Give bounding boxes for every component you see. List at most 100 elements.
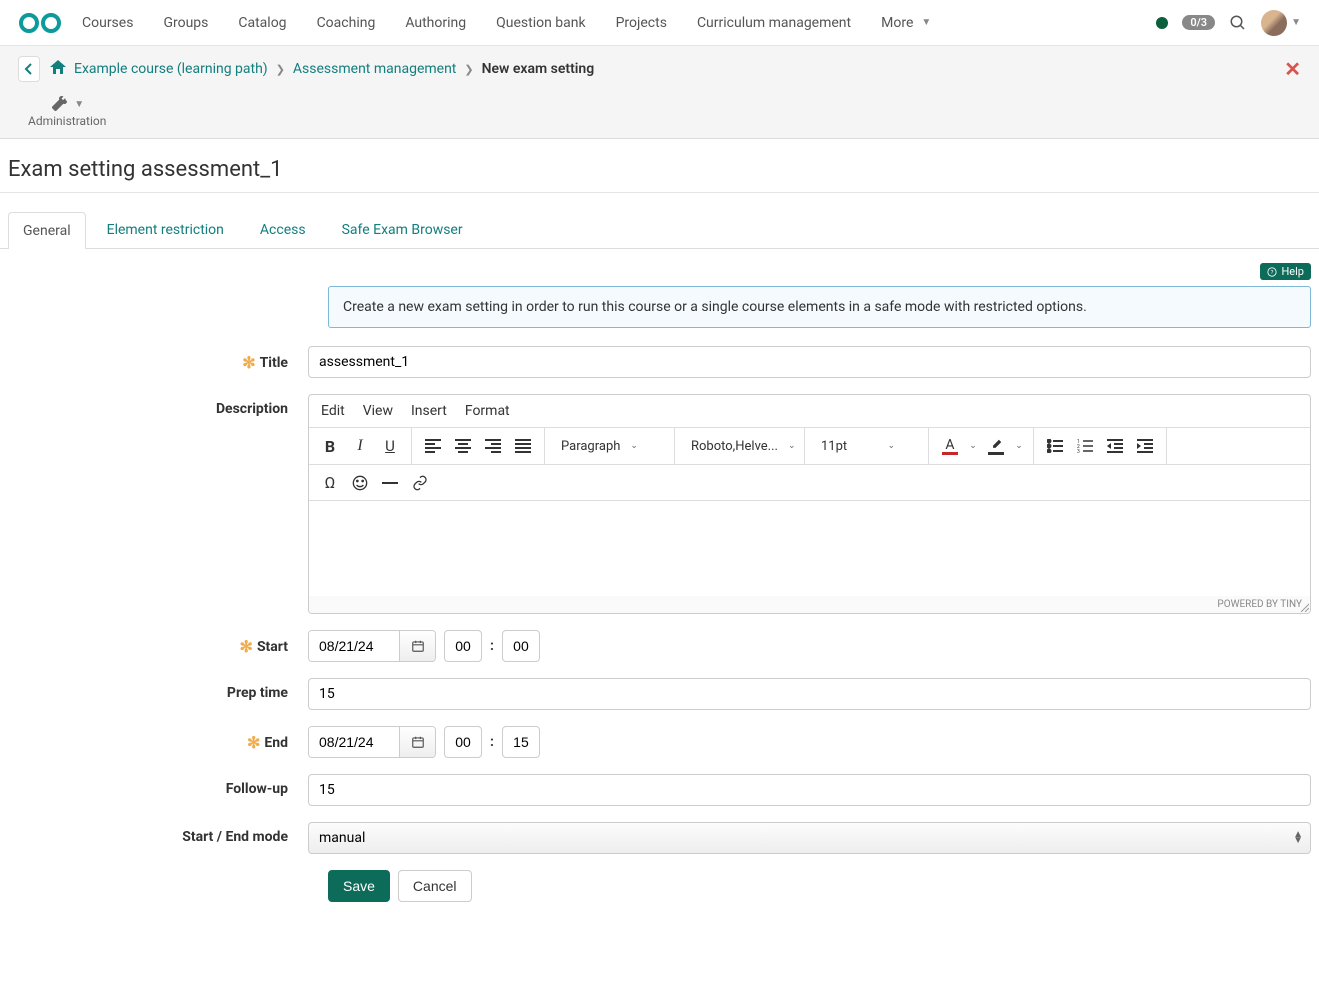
crumb-section[interactable]: Assessment management (293, 61, 456, 77)
time-separator: : (490, 638, 494, 654)
editor-body[interactable] (309, 501, 1310, 596)
save-button[interactable]: Save (328, 870, 390, 902)
indent-icon[interactable] (1100, 431, 1130, 461)
label-title: ✻Title (8, 346, 308, 372)
chevron-right-icon: ❯ (464, 63, 473, 76)
text-color-dropdown[interactable]: ⌄ (965, 431, 981, 461)
rich-text-editor: Edit View Insert Format B I U (308, 394, 1311, 614)
underline-icon[interactable]: U (375, 431, 405, 461)
topnav-right: 0/3 ▼ (1156, 10, 1301, 36)
form: Create a new exam setting in order to ru… (0, 286, 1319, 942)
start-date-wrap (308, 630, 436, 662)
outdent-icon[interactable] (1130, 431, 1160, 461)
font-size-value: 11pt (821, 439, 847, 454)
logo[interactable] (18, 12, 62, 34)
nav-authoring[interactable]: Authoring (405, 15, 466, 31)
chevron-right-icon: ❯ (276, 63, 285, 76)
editor-menu-view[interactable]: View (363, 403, 393, 419)
number-list-icon[interactable]: 123 (1070, 431, 1100, 461)
highlight-color-icon[interactable] (981, 431, 1011, 461)
italic-icon[interactable]: I (345, 431, 375, 461)
nav-question-bank[interactable]: Question bank (496, 15, 585, 31)
end-date-picker-button[interactable] (399, 727, 435, 757)
tabs: General Element restriction Access Safe … (0, 211, 1319, 249)
help-label: Help (1281, 265, 1304, 278)
breadcrumb: Example course (learning path) ❯ Assessm… (0, 46, 1319, 92)
align-justify-icon[interactable] (508, 431, 538, 461)
bold-icon[interactable]: B (315, 431, 345, 461)
back-button[interactable] (18, 56, 40, 82)
followup-input[interactable] (308, 774, 1311, 806)
editor-menu-edit[interactable]: Edit (321, 403, 345, 419)
administration-menu[interactable]: ▼ Administration (18, 94, 116, 130)
align-center-icon[interactable] (448, 431, 478, 461)
mode-select[interactable] (308, 822, 1311, 854)
label-mode-text: Start / End mode (182, 829, 288, 845)
tab-safe-exam-browser[interactable]: Safe Exam Browser (327, 211, 478, 248)
nav-groups[interactable]: Groups (163, 15, 208, 31)
user-menu[interactable]: ▼ (1261, 10, 1301, 36)
calendar-icon (411, 735, 425, 749)
end-hour-input[interactable] (444, 726, 482, 758)
nav-catalog[interactable]: Catalog (238, 15, 286, 31)
row-end: ✻End : (8, 726, 1311, 758)
font-family-value: Roboto,Helve... (691, 439, 778, 454)
close-icon[interactable]: ✕ (1284, 57, 1301, 81)
end-minute-input[interactable] (502, 726, 540, 758)
page-title: Exam setting assessment_1 (0, 139, 1319, 193)
editor-menu-insert[interactable]: Insert (411, 403, 447, 419)
chevron-down-icon: ⌄ (1015, 441, 1023, 451)
avatar (1261, 10, 1287, 36)
row-title: ✻Title (8, 346, 1311, 378)
font-size-select[interactable]: 11pt⌄ (811, 435, 901, 458)
text-color-icon[interactable]: A (935, 431, 965, 461)
label-start-text: Start (257, 639, 288, 655)
nav-curriculum[interactable]: Curriculum management (697, 15, 851, 31)
title-input[interactable] (308, 346, 1311, 378)
tab-general[interactable]: General (8, 212, 86, 249)
row-mode: Start / End mode ▲▼ (8, 822, 1311, 854)
crumb-current: New exam setting (482, 61, 595, 77)
status-indicator[interactable] (1156, 17, 1168, 29)
required-icon: ✻ (247, 733, 260, 752)
horizontal-rule-icon[interactable] (375, 468, 405, 498)
nav-more[interactable]: More▼ (881, 15, 931, 31)
help-button[interactable]: ? Help (1260, 263, 1311, 280)
label-mode: Start / End mode (8, 822, 308, 845)
align-right-icon[interactable] (478, 431, 508, 461)
label-description: Description (8, 394, 308, 417)
align-left-icon[interactable] (418, 431, 448, 461)
cancel-button[interactable]: Cancel (398, 870, 472, 902)
emoji-icon[interactable] (345, 468, 375, 498)
start-date-input[interactable] (309, 631, 399, 661)
block-format-select[interactable]: Paragraph⌄ (551, 435, 644, 458)
help-row: ? Help (0, 249, 1319, 286)
nav-projects[interactable]: Projects (616, 15, 667, 31)
start-date-group: : (308, 630, 1311, 662)
nav-coaching[interactable]: Coaching (317, 15, 376, 31)
label-end-text: End (264, 735, 288, 751)
link-icon[interactable] (405, 468, 435, 498)
end-date-input[interactable] (309, 727, 399, 757)
highlight-color-dropdown[interactable]: ⌄ (1011, 431, 1027, 461)
resize-handle-icon[interactable] (1299, 602, 1309, 612)
prep-time-input[interactable] (308, 678, 1311, 710)
crumb-course[interactable]: Example course (learning path) (74, 61, 268, 77)
block-format-value: Paragraph (561, 439, 620, 454)
editor-toolbar: B I U Paragraph⌄ Roboto,Helve...⌄ (309, 428, 1310, 465)
start-hour-input[interactable] (444, 630, 482, 662)
search-icon[interactable] (1229, 14, 1247, 32)
bullet-list-icon[interactable] (1040, 431, 1070, 461)
message-badge[interactable]: 0/3 (1182, 15, 1215, 30)
start-minute-input[interactable] (502, 630, 540, 662)
nav-courses[interactable]: Courses (82, 15, 133, 31)
tab-element-restriction[interactable]: Element restriction (92, 211, 239, 248)
editor-menubar: Edit View Insert Format (309, 395, 1310, 428)
tab-access[interactable]: Access (245, 211, 321, 248)
home-icon[interactable] (50, 60, 66, 78)
top-nav: Courses Groups Catalog Coaching Authorin… (0, 0, 1319, 46)
font-family-select[interactable]: Roboto,Helve...⌄ (681, 435, 798, 458)
editor-menu-format[interactable]: Format (465, 403, 510, 419)
start-date-picker-button[interactable] (399, 631, 435, 661)
special-char-icon[interactable]: Ω (315, 468, 345, 498)
